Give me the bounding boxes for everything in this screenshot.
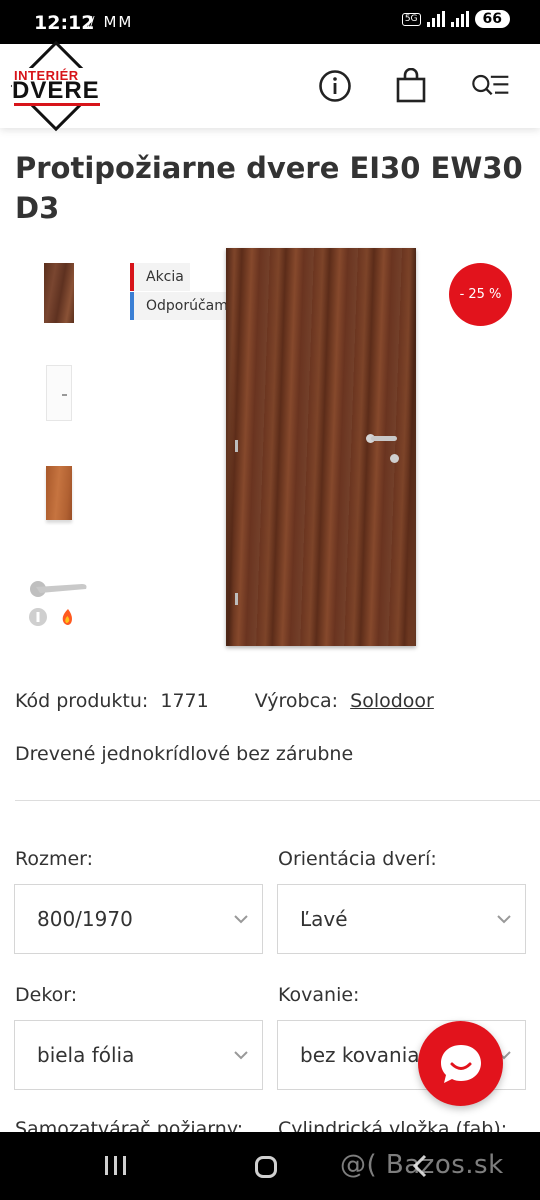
discount-badge: - 25 % xyxy=(449,263,512,326)
home-icon[interactable] xyxy=(255,1156,277,1178)
signal-icon xyxy=(426,11,445,27)
orientation-select-value: Ľavé xyxy=(300,907,348,931)
info-icon[interactable] xyxy=(315,66,355,106)
chat-button[interactable] xyxy=(418,1021,503,1106)
chat-bubble-icon xyxy=(440,1044,481,1083)
fittings-label: Kovanie: xyxy=(278,984,360,1006)
notification-icons: ⫽ ⅯⅯ xyxy=(88,13,134,31)
door-keyhole xyxy=(390,454,399,463)
logo-underline xyxy=(14,103,100,106)
size-select-value: 800/1970 xyxy=(37,907,133,931)
door-hinge-bottom xyxy=(235,593,238,605)
decor-select-value: biela fólia xyxy=(37,1043,135,1067)
product-meta: Kód produktu: 1771 Výrobca: Solodoor xyxy=(15,690,440,712)
door-hinge-top xyxy=(235,440,238,452)
divider xyxy=(15,800,540,801)
product-title: Protipožiarne dvere EI30 EW30 D3 xyxy=(15,151,523,225)
battery-indicator: 66 xyxy=(474,10,510,28)
decor-select[interactable]: biela fólia xyxy=(14,1020,263,1090)
chevron-down-icon xyxy=(234,1051,248,1060)
maker-link[interactable]: Solodoor xyxy=(350,690,434,712)
product-main-image[interactable] xyxy=(226,248,416,646)
thumbnail-walnut-door[interactable] xyxy=(28,262,90,324)
status-right: 5G 66 xyxy=(401,10,510,28)
badge-sale: Akcia xyxy=(130,263,190,291)
chevron-down-icon xyxy=(234,915,248,924)
search-menu-icon[interactable] xyxy=(470,66,510,106)
logo-text-bottom: DVERE xyxy=(12,77,100,104)
product-description: Drevené jednokrídlové bez zárubne xyxy=(15,743,354,765)
signal-icon-2 xyxy=(450,11,469,27)
orientation-select[interactable]: Ľavé xyxy=(277,884,526,954)
thumbnail-handle[interactable] xyxy=(28,570,90,632)
size-label: Rozmer: xyxy=(15,848,94,870)
product-code-label: Kód produktu: xyxy=(15,690,149,712)
product-code-value: 1771 xyxy=(160,690,209,712)
status-time: 12:12 xyxy=(34,12,95,34)
size-select[interactable]: 800/1970 xyxy=(14,884,263,954)
brand-logo[interactable]: INTERIÉR DVERE xyxy=(10,40,102,132)
badge-recommended: Odporúčame xyxy=(130,292,240,320)
thumbnail-white-door[interactable] xyxy=(28,362,90,424)
network-type-badge: 5G xyxy=(401,12,421,26)
thumbnail-oak-door[interactable] xyxy=(28,462,90,524)
shopping-bag-icon[interactable] xyxy=(391,66,431,106)
decor-label: Dekor: xyxy=(15,984,78,1006)
maker-label: Výrobca: xyxy=(254,690,339,712)
fittings-select-value: bez kovania xyxy=(300,1043,420,1067)
site-header: INTERIÉR DVERE xyxy=(0,40,540,132)
door-handle xyxy=(371,436,397,441)
watermark: @( Bazos.sk xyxy=(340,1150,504,1180)
recent-apps-icon[interactable] xyxy=(105,1156,126,1175)
status-bar: 12:12 ⫽ ⅯⅯ 5G 66 xyxy=(0,0,540,44)
chevron-down-icon xyxy=(497,915,511,924)
orientation-label: Orientácia dverí: xyxy=(278,848,437,870)
